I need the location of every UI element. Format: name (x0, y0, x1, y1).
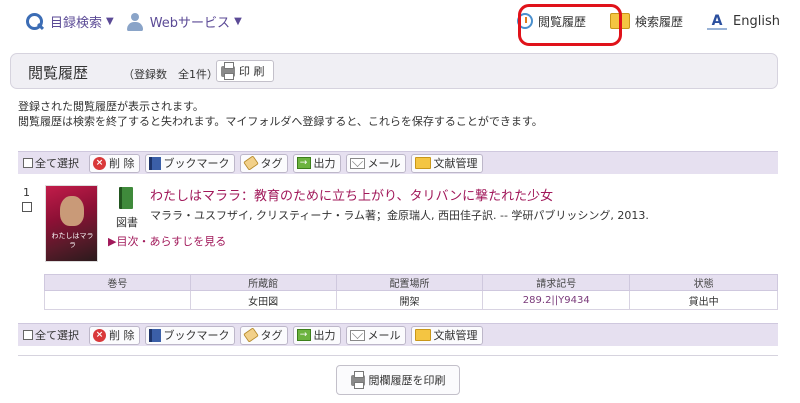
book-cover-image[interactable]: わたしはマララ (45, 185, 98, 262)
output-label: 出力 (313, 329, 336, 342)
print-button[interactable]: 印 刷 (216, 60, 274, 82)
mail-button[interactable]: メール (345, 153, 406, 173)
caret-down-icon: ▼ (234, 16, 242, 27)
bookmark-icon (148, 156, 161, 170)
cover-portrait (60, 196, 84, 226)
record-checkbox[interactable] (22, 202, 32, 212)
column-header-status: 状態 (629, 274, 778, 291)
mail-icon (349, 157, 365, 169)
select-all-checkbox[interactable]: 全て選択 (23, 155, 79, 171)
bookmark-label: ブックマーク (163, 329, 230, 342)
cover-title: わたしはマララ (51, 232, 94, 249)
print-history-button[interactable]: 閲欄履歴を印刷 (336, 365, 460, 395)
language-icon: A (707, 12, 728, 30)
material-type-label: 図書 (116, 216, 138, 229)
print-history-label: 閲欄履歴を印刷 (368, 374, 446, 387)
reference-manager-button[interactable]: 文献管理 (410, 153, 483, 173)
web-services-label: Webサービス (149, 16, 231, 31)
search-history-label: 検索履歴 (635, 14, 684, 29)
export-icon: → (296, 329, 311, 341)
search-icon (26, 12, 44, 31)
reference-manager-label: 文献管理 (433, 329, 478, 342)
mail-label: メール (367, 329, 401, 342)
bookmark-button[interactable]: ブックマーク (144, 325, 235, 345)
catalog-search-label: 目録検索 (50, 16, 103, 31)
table-row: 女田図 開架 289.2||Y9434 貸出中 (44, 290, 778, 310)
delete-icon: × (93, 328, 106, 342)
select-all-label: 全て選択 (35, 329, 79, 342)
folder-icon (414, 329, 431, 341)
bookmark-icon (148, 328, 161, 342)
section-divider (18, 355, 778, 356)
page-title: 閲覧履歴 (28, 64, 89, 82)
user-icon (126, 12, 144, 31)
delete-button[interactable]: × 削 除 (89, 153, 140, 173)
english-label: English (733, 13, 780, 29)
web-services-menu[interactable]: Webサービス ▼ (126, 12, 242, 31)
output-label: 出力 (313, 157, 336, 170)
holdings-table: 巻号 所蔵館 配置場所 請求記号 状態 女田図 開架 289.2||Y9434 … (44, 274, 778, 310)
cell-location: 開架 (335, 290, 484, 310)
action-toolbar-top: 全て選択 × 削 除 ブックマーク タグ → 出力 メール 文献管理 (18, 151, 778, 174)
registration-count: （登録数 全1件） (123, 68, 218, 81)
printer-icon (350, 370, 365, 389)
record-number: 1 (23, 186, 30, 199)
checkbox-box[interactable] (23, 330, 33, 340)
mail-label: メール (367, 157, 401, 170)
tag-button[interactable]: タグ (239, 153, 288, 173)
info-line-1: 登録された閲覧履歴が表示されます。 (18, 100, 204, 113)
column-header-location: 配置場所 (335, 274, 484, 291)
highlight-annotation-ring (518, 4, 622, 46)
tag-icon (242, 155, 259, 171)
delete-label: 削 除 (109, 329, 135, 342)
book-icon (119, 187, 133, 209)
mail-icon (349, 329, 365, 341)
info-text: 登録された閲覧履歴が表示されます。 閲覧履歴は検索を終了すると失われます。マイフ… (18, 99, 543, 129)
printer-icon (221, 61, 235, 80)
export-icon: → (296, 157, 311, 169)
folder-icon (414, 157, 431, 169)
mail-button[interactable]: メール (345, 325, 406, 345)
select-all-label: 全て選択 (35, 157, 79, 170)
tag-label: タグ (260, 157, 283, 170)
cell-volume (44, 290, 191, 310)
toc-summary-link[interactable]: ▶目次・あらすじを見る (108, 233, 226, 249)
english-link[interactable]: A English (707, 12, 780, 30)
column-header-call-number: 請求記号 (482, 274, 631, 291)
output-button[interactable]: → 出力 (292, 153, 341, 173)
cell-status: 貸出中 (629, 290, 778, 310)
tag-button[interactable]: タグ (239, 325, 288, 345)
output-button[interactable]: → 出力 (292, 325, 341, 345)
reference-manager-button[interactable]: 文献管理 (410, 325, 483, 345)
action-toolbar-bottom: 全て選択 × 削 除 ブックマーク タグ → 出力 メール 文献管理 (18, 323, 778, 346)
top-navigation: 目録検索 ▼ Webサービス ▼ 閲覧履歴 検索履歴 A English (0, 0, 800, 48)
record-title-link[interactable]: わたしはマララ：教育のために立ち上がり、タリバンに撃たれた少女 (150, 185, 553, 204)
print-button-label: 印 刷 (239, 65, 265, 78)
checkbox-box[interactable] (23, 158, 33, 168)
delete-icon: × (93, 156, 106, 170)
tag-icon (242, 327, 259, 343)
delete-label: 削 除 (109, 157, 135, 170)
tag-label: タグ (260, 329, 283, 342)
info-line-2: 閲覧履歴は検索を終了すると失われます。マイフォルダへ登録すると、これらを保存する… (18, 115, 543, 128)
bookmark-button[interactable]: ブックマーク (144, 153, 235, 173)
reference-manager-label: 文献管理 (433, 157, 478, 170)
record-author-line: マララ・ユスフザイ, クリスティーナ・ラム著；金原瑞人, 西田佳子訳. -- 学… (150, 209, 649, 222)
cell-call-number[interactable]: 289.2||Y9434 (482, 290, 631, 310)
delete-button[interactable]: × 削 除 (89, 325, 140, 345)
column-header-volume: 巻号 (44, 274, 191, 291)
column-header-library: 所蔵館 (189, 274, 337, 291)
caret-down-icon: ▼ (106, 16, 114, 27)
cell-library: 女田図 (189, 290, 337, 310)
bookmark-label: ブックマーク (163, 157, 230, 170)
page-header: 閲覧履歴 （登録数 全1件） 印 刷 (10, 53, 778, 89)
holdings-header-row: 巻号 所蔵館 配置場所 請求記号 状態 (44, 274, 778, 291)
catalog-search-menu[interactable]: 目録検索 ▼ (26, 12, 114, 31)
select-all-checkbox[interactable]: 全て選択 (23, 327, 79, 343)
nav-left-group: 目録検索 ▼ Webサービス ▼ (26, 12, 254, 31)
